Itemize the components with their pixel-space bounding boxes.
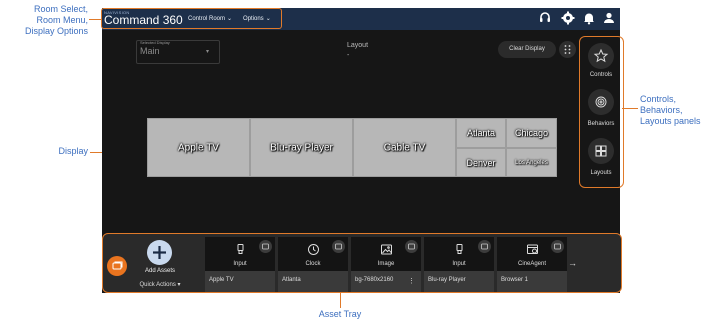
quick-actions-button[interactable]: Quick Actions ▾ [134, 281, 186, 288]
asset-card[interactable]: CineAgent Browser 1 [497, 237, 567, 292]
display-cell[interactable]: Los Angeles [506, 148, 557, 177]
asset-card-name: Blu-ray Player [428, 277, 466, 283]
asset-card-type: CineAgent [517, 261, 547, 267]
caret-down-icon: ▾ [177, 282, 181, 288]
asset-card-name: bg-7680x2160 [355, 277, 394, 283]
display-cell-label: Denver [466, 157, 496, 168]
behaviors-button[interactable] [588, 89, 614, 115]
display-cell-label: Atlanta [466, 128, 496, 138]
more-options-icon[interactable]: ⋮ [408, 277, 415, 285]
preview-toggle-button[interactable] [551, 240, 564, 253]
asset-card[interactable]: Input Blu-ray Player [424, 237, 494, 292]
preview-toggle-button[interactable] [478, 240, 491, 253]
layout-label: Layout [347, 42, 369, 49]
plus-icon [153, 246, 166, 259]
controls-label: Controls [589, 72, 613, 78]
add-assets-button[interactable] [147, 240, 172, 265]
selected-display-value: Main [140, 46, 160, 56]
annotation-pointer-panels [622, 108, 638, 109]
dots-grid-icon [564, 45, 571, 54]
annotation-pointer-tray [340, 293, 341, 308]
asset-card[interactable]: Image bg-7680x2160 ⋮ [351, 237, 421, 292]
tray-toggle-button[interactable] [107, 256, 127, 276]
display-cell-label: Blu-ray Player [270, 142, 333, 153]
annotation-panels: Controls, Behaviors, Layouts panels [640, 94, 701, 126]
add-assets-label: Add Assets [144, 268, 176, 274]
display-cell-label: Cable TV [383, 142, 426, 153]
asset-card-type: Clock [305, 261, 321, 267]
headset-icon[interactable] [538, 11, 552, 25]
annotation-display: Display [58, 146, 88, 156]
asset-card[interactable]: Clock Atlanta [278, 237, 348, 292]
display-cell[interactable]: Chicago [506, 118, 557, 148]
chevron-down-icon: ⌄ [265, 16, 271, 22]
quick-actions-label: Quick Actions [139, 282, 176, 288]
clock-icon [308, 244, 319, 255]
display-cell[interactable]: Cable TV [353, 118, 456, 177]
image-icon [381, 244, 392, 255]
preview-toggle-button[interactable] [405, 240, 418, 253]
window-icon [408, 243, 415, 250]
layout-value: - [347, 52, 350, 59]
asset-card-type: Input [233, 261, 247, 267]
layouts-label: Layouts [590, 170, 612, 176]
window-icon [262, 243, 269, 250]
controls-button[interactable] [588, 43, 614, 69]
window-icon [335, 243, 342, 250]
behaviors-icon [595, 96, 607, 108]
room-menu-label: Control Room [188, 16, 226, 22]
window-icon [554, 243, 561, 250]
browser-icon [527, 244, 538, 254]
annotation-asset-tray: Asset Tray [318, 309, 362, 319]
user-icon[interactable] [602, 11, 616, 25]
controls-icon [593, 48, 609, 63]
input-icon [456, 244, 463, 254]
preview-toggle-button[interactable] [332, 240, 345, 253]
bell-icon[interactable] [582, 11, 596, 25]
options-menu-button[interactable]: Options ⌄ [243, 15, 271, 22]
asset-card[interactable]: Input Apple TV [205, 237, 275, 292]
input-icon [237, 244, 244, 254]
options-menu-label: Options [243, 16, 264, 22]
window-icon [481, 243, 488, 250]
asset-card-name: Apple TV [209, 277, 234, 283]
display-cell-label: Los Angeles [515, 159, 548, 166]
chevron-down-icon: ⌄ [227, 16, 233, 22]
selected-display-label: Selected Display [140, 40, 170, 45]
grid-menu-button[interactable] [559, 41, 576, 58]
annotation-room-select: Room Select, Room Menu, Display Options [24, 4, 88, 36]
behaviors-label: Behaviors [587, 121, 615, 127]
display-cell[interactable]: Atlanta [456, 118, 506, 148]
layouts-icon [595, 145, 607, 157]
asset-card-type: Image [377, 261, 395, 267]
room-menu-button[interactable]: Control Room ⌄ [188, 15, 232, 22]
cards-stack-icon [112, 261, 123, 270]
tray-next-arrow-icon[interactable]: → [568, 258, 577, 268]
display-wall[interactable]: Apple TV Blu-ray Player Cable TV Atlanta… [147, 118, 557, 177]
asset-card-name: Browser 1 [501, 277, 529, 283]
asset-card-name: Atlanta [282, 277, 301, 283]
display-cell[interactable]: Apple TV [147, 118, 250, 177]
display-cell[interactable]: Blu-ray Player [250, 118, 353, 177]
display-cell-label: Chicago [514, 128, 549, 138]
preview-toggle-button[interactable] [259, 240, 272, 253]
display-cell[interactable]: Denver [456, 148, 506, 177]
layouts-button[interactable] [588, 138, 614, 164]
app-title: Command 360 [104, 13, 183, 27]
gear-icon[interactable] [561, 11, 575, 25]
chevron-down-icon: ▾ [206, 49, 210, 55]
clear-display-button[interactable]: Clear Display [498, 41, 556, 58]
display-cell-label: Apple TV [178, 142, 219, 153]
asset-card-type: Input [452, 261, 466, 267]
